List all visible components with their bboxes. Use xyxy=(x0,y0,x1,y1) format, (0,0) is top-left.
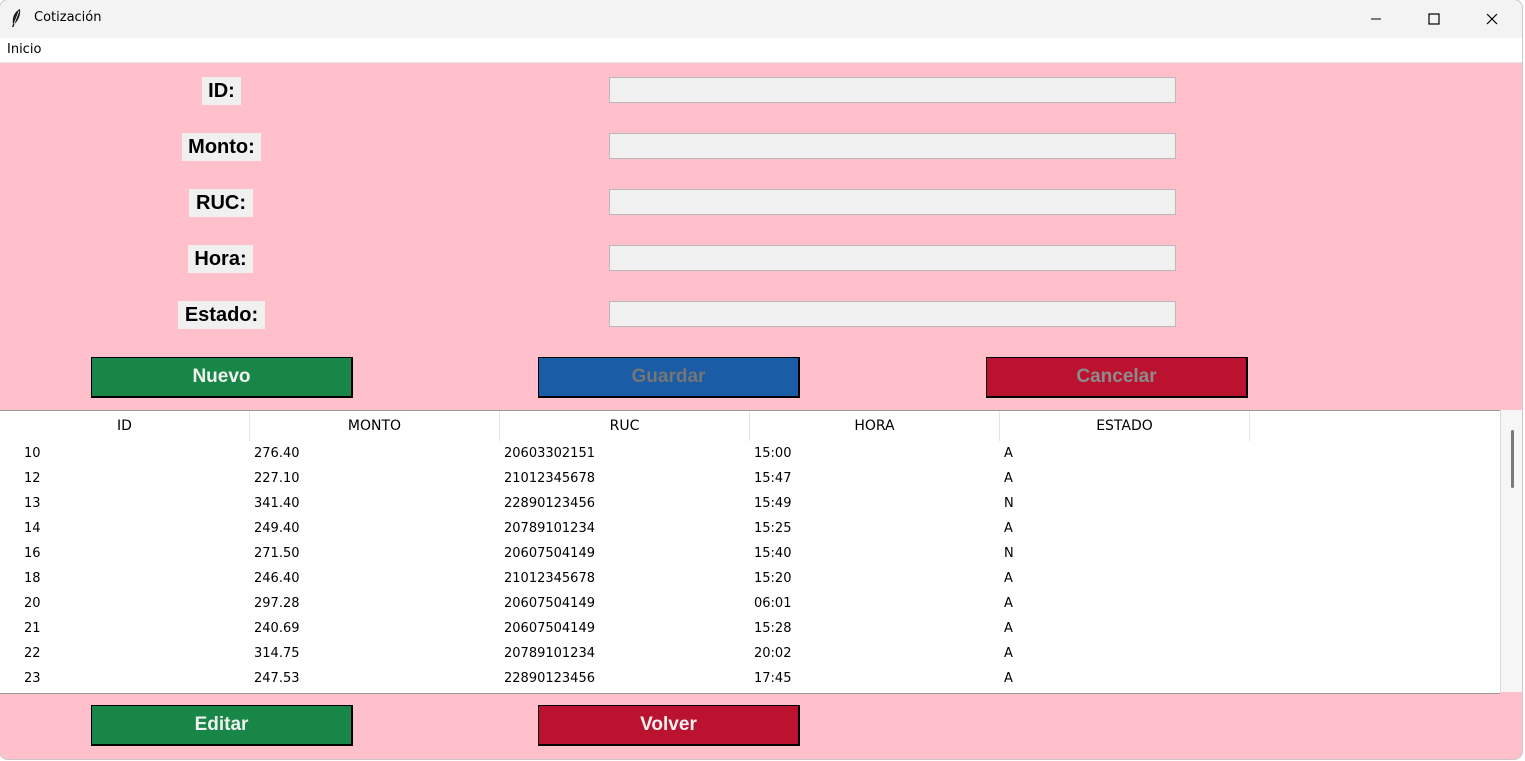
table-row[interactable]: 23 247.53 22890123456 17:45 A xyxy=(0,666,1500,691)
table-cell: 18 xyxy=(24,571,41,586)
minimize-icon xyxy=(1371,18,1381,20)
table-cell: 20789101234 xyxy=(504,521,595,536)
table-cell: 16 xyxy=(24,546,41,561)
hora-label: Hora: xyxy=(188,245,253,273)
table-row[interactable]: 21 240.69 20607504149 15:28 A xyxy=(0,616,1500,641)
monto-label: Monto: xyxy=(182,133,261,161)
table-cell: 20603302151 xyxy=(504,446,595,461)
table-cell: 15:49 xyxy=(754,496,792,511)
volver-button[interactable]: Volver xyxy=(538,705,800,746)
maximize-icon xyxy=(1428,13,1440,25)
table-cell: 20 xyxy=(24,596,41,611)
table-cell: 15:40 xyxy=(754,546,792,561)
menu-bar: Inicio xyxy=(0,38,1522,63)
table-row[interactable]: 13 341.40 22890123456 15:49 N xyxy=(0,491,1500,516)
table-cell: 22 xyxy=(24,646,41,661)
table-cell: A xyxy=(1004,521,1013,536)
table-cell: 227.10 xyxy=(254,471,300,486)
table-cell: 276.40 xyxy=(254,446,300,461)
table-cell: 22890123456 xyxy=(504,671,595,686)
column-header-estado[interactable]: ESTADO xyxy=(1000,411,1250,441)
close-button[interactable] xyxy=(1463,0,1521,38)
estado-label: Estado: xyxy=(178,301,265,329)
table-cell: 06:01 xyxy=(754,596,792,611)
table-cell: A xyxy=(1004,571,1013,586)
table-cell: N xyxy=(1004,496,1014,511)
table-cell: 21012345678 xyxy=(504,571,595,586)
table-cell: A xyxy=(1004,671,1013,686)
table-cell: 15:25 xyxy=(754,521,792,536)
table-cell: 21 xyxy=(24,621,41,636)
table-row[interactable]: 14 249.40 20789101234 15:25 A xyxy=(0,516,1500,541)
table-cell: 15:47 xyxy=(754,471,792,486)
monto-field[interactable] xyxy=(609,133,1176,159)
table-cell: A xyxy=(1004,471,1013,486)
guardar-button[interactable]: Guardar xyxy=(538,357,800,398)
table-cell: 341.40 xyxy=(254,496,300,511)
table-cell: A xyxy=(1004,596,1013,611)
table-cell: 247.53 xyxy=(254,671,300,686)
menu-item-inicio[interactable]: Inicio xyxy=(7,42,41,57)
cancelar-button[interactable]: Cancelar xyxy=(986,357,1248,398)
column-header-id[interactable]: ID xyxy=(0,411,250,441)
table-row[interactable]: 16 271.50 20607504149 15:40 N xyxy=(0,541,1500,566)
cotizacion-window: Cotización Inicio ID: Monto: RUC: Hora: … xyxy=(0,0,1522,759)
table-cell: 20607504149 xyxy=(504,546,595,561)
table-cell: 17:45 xyxy=(754,671,792,686)
id-field[interactable] xyxy=(609,77,1176,103)
column-header-ruc[interactable]: RUC xyxy=(500,411,750,441)
minimize-button[interactable] xyxy=(1347,0,1405,38)
scrollbar-thumb[interactable] xyxy=(1511,430,1514,488)
table-cell: 246.40 xyxy=(254,571,300,586)
table-cell: 20607504149 xyxy=(504,621,595,636)
table-header: ID MONTO RUC HORA ESTADO xyxy=(0,411,1500,441)
table-cell: 13 xyxy=(24,496,41,511)
ruc-field[interactable] xyxy=(609,189,1176,215)
column-header-hora[interactable]: HORA xyxy=(750,411,1000,441)
table-cell: 297.28 xyxy=(254,596,300,611)
table-cell: 14 xyxy=(24,521,41,536)
table-cell: 23 xyxy=(24,671,41,686)
close-icon xyxy=(1486,13,1498,25)
table-cell: 15:20 xyxy=(754,571,792,586)
feather-icon xyxy=(12,9,21,27)
estado-field[interactable] xyxy=(609,301,1176,327)
table-cell: 12 xyxy=(24,471,41,486)
table-row[interactable]: 10 276.40 20603302151 15:00 A xyxy=(0,441,1500,466)
table-cell: N xyxy=(1004,546,1014,561)
table-cell: 10 xyxy=(24,446,41,461)
table-cell: 22890123456 xyxy=(504,496,595,511)
table-cell: 271.50 xyxy=(254,546,300,561)
hora-field[interactable] xyxy=(609,245,1176,271)
table-cell: A xyxy=(1004,646,1013,661)
nuevo-button[interactable]: Nuevo xyxy=(91,357,353,398)
column-header-monto[interactable]: MONTO xyxy=(250,411,500,441)
table-row[interactable]: 20 297.28 20607504149 06:01 A xyxy=(0,591,1500,616)
table-cell: A xyxy=(1004,621,1013,636)
window-title: Cotización xyxy=(34,10,102,25)
table-cell: 314.75 xyxy=(254,646,300,661)
table-cell: A xyxy=(1004,446,1013,461)
table-cell: 21012345678 xyxy=(504,471,595,486)
table-scrollbar[interactable] xyxy=(1500,410,1522,692)
table-cell: 20789101234 xyxy=(504,646,595,661)
table-cell: 240.69 xyxy=(254,621,300,636)
table-cell: 15:28 xyxy=(754,621,792,636)
table-row[interactable]: 22 314.75 20789101234 20:02 A xyxy=(0,641,1500,666)
table-cell: 20607504149 xyxy=(504,596,595,611)
ruc-label: RUC: xyxy=(189,189,253,217)
table-cell: 15:00 xyxy=(754,446,792,461)
table-cell: 249.40 xyxy=(254,521,300,536)
id-label: ID: xyxy=(202,77,241,105)
editar-button[interactable]: Editar xyxy=(91,705,353,746)
title-bar[interactable]: Cotización xyxy=(0,0,1522,38)
table-row[interactable]: 12 227.10 21012345678 15:47 A xyxy=(0,466,1500,491)
table-row[interactable]: 18 246.40 21012345678 15:20 A xyxy=(0,566,1500,591)
table-cell: 20:02 xyxy=(754,646,792,661)
cotizacion-table[interactable]: ID MONTO RUC HORA ESTADO 10 276.40 2060330… xyxy=(0,410,1500,694)
maximize-button[interactable] xyxy=(1405,0,1463,38)
